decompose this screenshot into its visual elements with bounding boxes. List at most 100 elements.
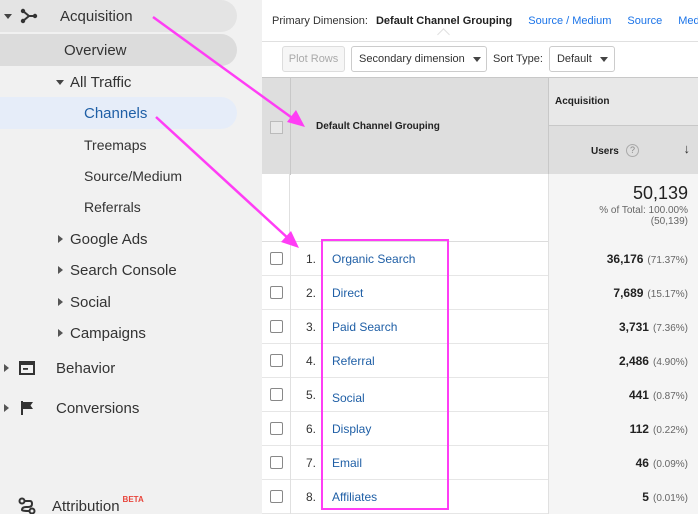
- users-value: 36,176: [606, 252, 644, 266]
- chevron-right-icon: [58, 266, 63, 274]
- attribution-icon: [18, 497, 36, 514]
- sidebar-item-label: Conversions: [56, 399, 140, 417]
- sidebar: Acquisition Overview All Traffic Channel…: [0, 0, 262, 514]
- row-index: 2.: [305, 286, 316, 300]
- sidebar-item-search-console[interactable]: Search Console: [58, 254, 177, 286]
- row-checkbox[interactable]: [270, 354, 283, 367]
- total-cell: 50,139 % of Total: 100.00% (50,139): [548, 174, 698, 242]
- row-index: 6.: [305, 422, 316, 436]
- header-divider: [290, 78, 291, 175]
- select-all-checkbox[interactable]: [270, 121, 283, 134]
- users-cell: 46 (0.09%): [548, 446, 698, 480]
- users-cell: 112 (0.22%): [548, 412, 698, 446]
- help-icon[interactable]: ?: [626, 144, 639, 157]
- sidebar-item-campaigns[interactable]: Campaigns: [58, 317, 146, 349]
- row-index: 1.: [305, 252, 316, 266]
- sidebar-item-all-traffic[interactable]: All Traffic: [56, 66, 131, 98]
- row-index: 5.: [305, 388, 316, 402]
- row-divider: [290, 242, 291, 276]
- conversions-icon: [21, 401, 33, 415]
- sidebar-item-label: Google Ads: [70, 230, 148, 248]
- dimension-header-label[interactable]: Default Channel Grouping: [316, 121, 440, 132]
- sidebar-item-label: Campaigns: [70, 324, 146, 342]
- users-value: 2,486: [618, 354, 649, 368]
- sidebar-item-referrals[interactable]: Referrals: [84, 191, 141, 223]
- users-value: 7,689: [613, 286, 644, 300]
- total-absolute: (50,139): [650, 216, 688, 227]
- sidebar-item-treemaps[interactable]: Treemaps: [84, 129, 147, 161]
- row-divider: [290, 310, 291, 344]
- primary-dimension-link-source[interactable]: Source: [627, 15, 662, 27]
- sidebar-item-label: Channels: [84, 104, 148, 122]
- sidebar-item-overview[interactable]: Overview: [64, 34, 127, 66]
- acquisition-icon: [20, 8, 38, 24]
- sidebar-item-social[interactable]: Social: [58, 286, 111, 318]
- arrow-down-icon[interactable]: ↓: [684, 141, 691, 156]
- row-index: 8.: [305, 490, 316, 504]
- primary-dimension-link-medium[interactable]: Medium: [678, 15, 698, 27]
- sidebar-item-label: All Traffic: [70, 73, 132, 91]
- users-value: 3,731: [618, 320, 649, 334]
- sort-type-value: Default: [556, 53, 592, 65]
- sidebar-item-behavior[interactable]: Behavior: [4, 352, 115, 384]
- total-value: 50,139: [632, 183, 688, 203]
- sort-type-dropdown[interactable]: Default: [548, 46, 615, 72]
- row-divider: [290, 480, 291, 514]
- users-cell: 5 (0.01%): [548, 480, 698, 514]
- behavior-icon: [19, 361, 35, 375]
- chevron-down-icon: [472, 56, 481, 62]
- row-checkbox[interactable]: [270, 252, 283, 265]
- secondary-dimension-dropdown[interactable]: Secondary dimension: [351, 46, 487, 72]
- total-percent: % of Total: 100.00%: [599, 205, 688, 216]
- sidebar-item-label: Overview: [64, 41, 127, 59]
- sidebar-item-conversions[interactable]: Conversions: [4, 392, 139, 424]
- sidebar-item-attribution[interactable]: Attribution BETA: [18, 490, 144, 514]
- plot-rows-button[interactable]: Plot Rows: [282, 46, 345, 72]
- sidebar-item-label: Treemaps: [84, 137, 147, 153]
- row-checkbox[interactable]: [270, 286, 283, 299]
- total-row-gutter: [262, 174, 290, 242]
- users-percent: (7.36%): [652, 323, 688, 334]
- chevron-right-icon: [4, 364, 9, 372]
- users-header-label[interactable]: Users: [591, 146, 619, 157]
- table-header-group: Acquisition: [548, 77, 698, 126]
- users-percent: (15.17%): [647, 289, 688, 300]
- users-cell: 2,486 (4.90%): [548, 344, 698, 378]
- row-divider: [290, 276, 291, 310]
- table-header-users[interactable]: Users ? ↓: [548, 126, 698, 174]
- row-checkbox[interactable]: [270, 320, 283, 333]
- table-toolbar: Plot Rows Secondary dimension Sort Type:…: [262, 42, 698, 76]
- chevron-down-icon: [4, 13, 12, 19]
- sidebar-item-label: Acquisition: [60, 7, 133, 25]
- primary-dimension-label: Primary Dimension:: [272, 14, 368, 27]
- users-percent: (0.87%): [652, 391, 688, 402]
- chevron-right-icon: [4, 404, 9, 412]
- row-checkbox[interactable]: [270, 456, 283, 469]
- row-checkbox[interactable]: [270, 422, 283, 435]
- sidebar-item-label: Attribution: [52, 497, 120, 514]
- chevron-down-icon: [599, 56, 608, 62]
- row-index: 3.: [305, 320, 316, 334]
- row-checkbox[interactable]: [270, 388, 283, 401]
- users-value: 5: [642, 490, 649, 504]
- sidebar-item-acquisition[interactable]: Acquisition: [4, 0, 133, 32]
- plot-rows-label: Plot Rows: [288, 53, 339, 65]
- primary-dimension-link-source-medium[interactable]: Source / Medium: [528, 15, 611, 27]
- users-value: 112: [629, 422, 649, 436]
- total-row: 50,139 % of Total: 100.00% (50,139): [262, 174, 698, 242]
- chevron-right-icon: [58, 235, 63, 243]
- users-percent: (0.01%): [652, 493, 688, 504]
- primary-dimension-active[interactable]: Default Channel Grouping: [376, 15, 512, 27]
- users-cell: 441 (0.87%): [548, 378, 698, 412]
- sidebar-item-channels[interactable]: Channels: [84, 97, 147, 129]
- users-cell: 36,176 (71.37%): [548, 242, 698, 276]
- group-header-label: Acquisition: [555, 96, 610, 107]
- users-percent: (0.09%): [652, 459, 688, 470]
- sidebar-item-google-ads[interactable]: Google Ads: [58, 223, 148, 255]
- annotation-highlight-box: [321, 239, 449, 510]
- row-checkbox[interactable]: [270, 490, 283, 503]
- sidebar-item-source-medium[interactable]: Source/Medium: [84, 160, 182, 192]
- row-index: 7.: [305, 456, 316, 470]
- users-percent: (4.90%): [652, 357, 688, 368]
- secondary-dimension-label: Secondary dimension: [359, 53, 465, 65]
